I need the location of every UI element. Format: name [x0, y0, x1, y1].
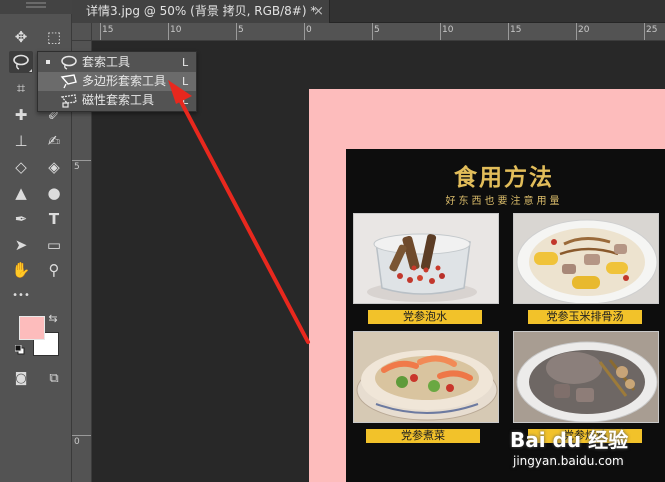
ruler-label: 20	[578, 25, 590, 35]
ruler-label: 10	[442, 25, 454, 35]
flyout-item-lasso[interactable]: 套索工具 L	[38, 53, 196, 72]
ruler-label: 5	[74, 162, 80, 172]
ruler-tick	[100, 23, 101, 40]
lasso-icon	[13, 54, 29, 70]
stewed-dish-illustration	[354, 332, 498, 422]
magnetic-lasso-icon	[60, 94, 77, 108]
lasso-tool-button[interactable]	[9, 51, 33, 73]
document-subtitle: 好东西也要注意用量	[445, 196, 563, 207]
selected-bullet	[46, 60, 50, 64]
ruler-tick	[576, 23, 577, 40]
document-tab-title: 详情3.jpg @ 50% (背景 拷贝, RGB/8#) *	[86, 4, 317, 18]
ruler-tick	[236, 23, 237, 40]
food-image	[513, 331, 659, 423]
document-tab[interactable]: 详情3.jpg @ 50% (背景 拷贝, RGB/8#) * ×	[72, 0, 330, 23]
ruler-corner[interactable]	[72, 23, 92, 41]
ruler-label: 0	[306, 25, 312, 35]
ruler-label: 5	[374, 25, 380, 35]
ruler-tick	[72, 160, 91, 161]
photoshop-window: 详情3.jpg @ 50% (背景 拷贝, RGB/8#) * × 15 10 …	[0, 0, 665, 482]
ruler-label: 25	[646, 25, 658, 35]
ruler-label: 15	[102, 25, 114, 35]
flyout-item-magnetic-lasso[interactable]: 磁性套索工具 L	[38, 91, 196, 110]
lasso-tools-flyout: 套索工具 L 多边形套索工具 L 磁性套索工具 L	[37, 51, 197, 112]
bucket-tool-icon[interactable]: ◈	[42, 156, 66, 178]
ruler-label: 15	[510, 25, 522, 35]
flyout-item-shortcut: L	[182, 75, 189, 88]
flyout-item-shortcut: L	[182, 56, 189, 69]
ruler-label: 0	[74, 437, 80, 447]
marquee-tool-icon[interactable]: ⬚	[42, 26, 66, 48]
watermark-brand: Bai du 经验	[510, 428, 629, 452]
food-label: 党参煮菜	[366, 429, 480, 443]
flyout-item-shortcut: L	[182, 94, 189, 107]
polygonal-lasso-icon	[60, 74, 77, 89]
soaked-tea-illustration	[354, 214, 498, 303]
ruler-tick	[440, 23, 441, 40]
ruler-label: 5	[238, 25, 244, 35]
healing-tool-icon[interactable]: ✚	[9, 104, 33, 126]
hand-tool-icon[interactable]: ✋	[9, 259, 33, 281]
zoom-tool-icon[interactable]: ⚲	[42, 259, 66, 281]
flyout-item-label: 磁性套索工具	[82, 93, 155, 107]
ruler-label: 10	[170, 25, 182, 35]
ruler-tick	[372, 23, 373, 40]
sharpen-tool-icon[interactable]: ▲	[9, 182, 33, 204]
path-select-tool-icon[interactable]: ➤	[9, 234, 33, 256]
ruler-tick	[644, 23, 645, 40]
type-tool-icon[interactable]: T	[42, 208, 66, 230]
screen-mode-icon[interactable]: ⧉	[42, 367, 66, 389]
food-image	[513, 213, 659, 304]
quick-mask-icon[interactable]: ◙	[9, 367, 33, 389]
swap-colors-icon[interactable]: ⇆	[46, 311, 60, 325]
foreground-color-swatch[interactable]	[19, 316, 45, 340]
food-label: 党参玉米排骨汤	[528, 310, 642, 324]
eraser-tool-icon[interactable]: ◇	[9, 156, 33, 178]
stewed-chicken-illustration	[514, 332, 658, 422]
move-tool-icon[interactable]: ✥	[9, 26, 33, 48]
ruler-tick	[304, 23, 305, 40]
more-tools-icon[interactable]: •••	[9, 285, 33, 307]
ruler-tick	[72, 435, 91, 436]
food-image	[353, 331, 499, 423]
food-label: 党参泡水	[368, 310, 482, 324]
history-brush-tool-icon[interactable]: ✍	[42, 130, 66, 152]
flyout-item-label: 多边形套索工具	[82, 74, 167, 88]
tools-panel-grip[interactable]	[0, 0, 72, 14]
document-tab-bar: 详情3.jpg @ 50% (背景 拷贝, RGB/8#) * ×	[72, 0, 665, 23]
food-image	[353, 213, 499, 304]
close-icon[interactable]: ×	[313, 0, 324, 23]
crop-tool-icon[interactable]: ⌗	[9, 77, 33, 99]
ruler-tick	[508, 23, 509, 40]
flyout-item-label: 套索工具	[82, 55, 131, 69]
ruler-horizontal[interactable]: 15 10 5 0 5 10 15 20 25	[92, 23, 665, 41]
baidu-watermark: Bai du 经验 jingyan.baidu.com	[505, 422, 665, 480]
default-colors-icon[interactable]	[14, 344, 26, 356]
document-title: 食用方法	[454, 164, 554, 191]
watermark-url: jingyan.baidu.com	[513, 454, 624, 468]
stamp-tool-icon[interactable]: ⊥	[9, 130, 33, 152]
lasso-icon	[61, 55, 77, 70]
flyout-item-polygonal-lasso[interactable]: 多边形套索工具 L	[38, 72, 196, 91]
pen-tool-icon[interactable]: ✒	[9, 208, 33, 230]
corn-rib-soup-illustration	[514, 214, 658, 303]
shape-tool-icon[interactable]: ▭	[42, 234, 66, 256]
dodge-tool-icon[interactable]: ●	[42, 182, 66, 204]
ruler-tick	[168, 23, 169, 40]
